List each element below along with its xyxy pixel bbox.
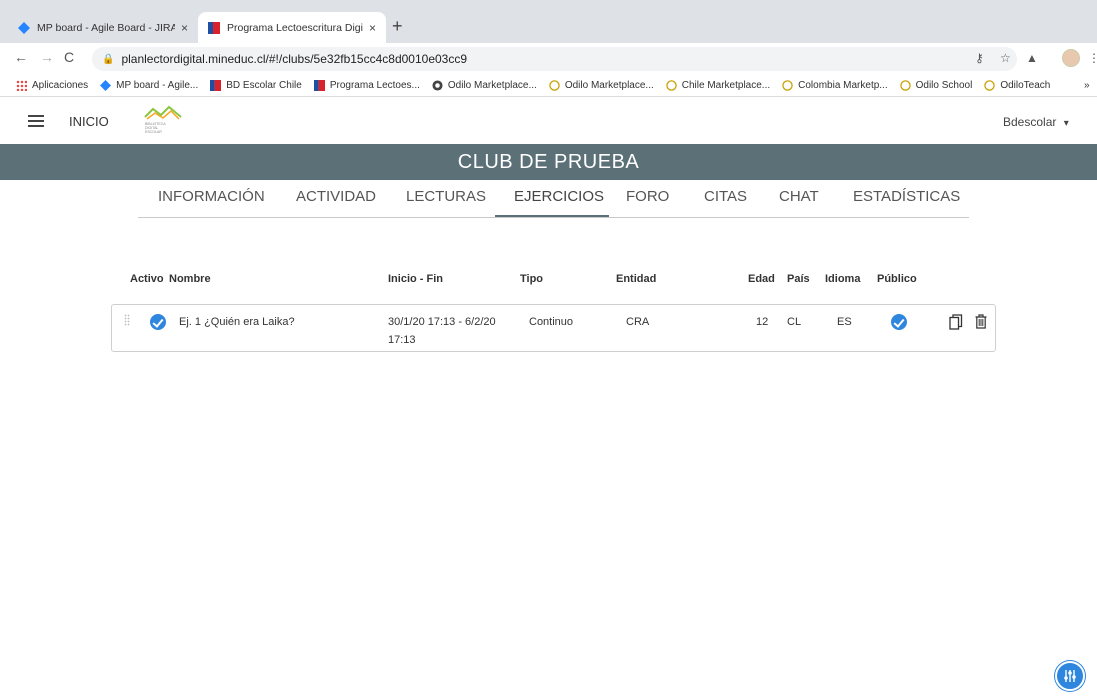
bookmark-item[interactable]: MP board - Agile...: [100, 80, 198, 91]
active-tab-indicator: [495, 215, 609, 217]
svg-text:ESCOLAR: ESCOLAR: [145, 130, 162, 134]
column-header-inicio-fin: Inicio - Fin: [388, 273, 443, 285]
jira-icon: [100, 80, 112, 91]
column-header-nombre: Nombre: [169, 273, 211, 285]
column-header-activo: Activo: [130, 273, 164, 285]
extension-icon[interactable]: ▲: [1026, 51, 1038, 65]
drag-handle-icon[interactable]: [124, 314, 130, 326]
flag-icon: [313, 80, 325, 91]
url-text: planlectordigital.mineduc.cl/#!/clubs/5e…: [121, 52, 468, 66]
column-header-entidad: Entidad: [616, 273, 657, 285]
lock-icon: 🔒: [102, 53, 115, 65]
bookmark-label: Aplicaciones: [32, 80, 89, 91]
tab-ejercicios[interactable]: EJERCICIOS: [514, 188, 604, 205]
cell-nombre[interactable]: Ej. 1 ¿Quién era Laika?: [179, 313, 295, 331]
browser-tab-programa[interactable]: Programa Lectoescritura Digita ×: [198, 12, 386, 43]
tab-actividad[interactable]: ACTIVIDAD: [296, 188, 376, 205]
tab-estadisticas[interactable]: ESTADÍSTICAS: [853, 188, 960, 205]
tab-title: MP board - Agile Board - JIRA: [37, 21, 175, 34]
profile-avatar[interactable]: [1062, 49, 1080, 67]
table-row[interactable]: Ej. 1 ¿Quién era Laika? 30/1/20 17:13 - …: [111, 304, 996, 352]
close-tab-icon[interactable]: ×: [369, 21, 376, 35]
bookmark-label: OdiloTeach: [1000, 80, 1051, 91]
browser-tab-jira[interactable]: MP board - Agile Board - JIRA ×: [8, 12, 198, 43]
flag-icon: [210, 80, 222, 91]
user-name: Bdescolar: [1003, 115, 1057, 129]
bookmark-item[interactable]: BD Escolar Chile: [210, 80, 302, 91]
circle-icon: [782, 80, 793, 91]
cell-inicio-fin: 30/1/20 17:13 - 6/2/20: [388, 316, 496, 328]
cell-pais: CL: [787, 316, 802, 328]
user-menu[interactable]: Bdescolar ▾: [1003, 115, 1069, 129]
cell-entidad: CRA: [626, 316, 650, 328]
tab-title: Programa Lectoescritura Digita: [227, 21, 363, 34]
column-header-edad: Edad: [748, 273, 775, 285]
column-header-tipo: Tipo: [520, 273, 544, 285]
bookmark-item[interactable]: OdiloTeach: [984, 80, 1050, 91]
bookmark-item[interactable]: Odilo Marketplace...: [549, 80, 654, 91]
circle-icon: [899, 80, 911, 91]
bookmark-label: BD Escolar Chile: [226, 80, 302, 91]
tab-citas[interactable]: CITAS: [704, 188, 747, 205]
bookmark-item[interactable]: Odilo Marketplace...: [432, 80, 537, 91]
page-title: CLUB DE PRUEBA: [457, 150, 640, 173]
bookmark-label: Odilo Marketplace...: [447, 80, 537, 91]
inicio-link[interactable]: INICIO: [69, 114, 109, 129]
apps-grid-icon: [16, 80, 27, 91]
club-title-band: CLUB DE PRUEBA: [0, 144, 1097, 180]
column-header-pais: País: [787, 273, 810, 285]
jira-icon: [18, 21, 30, 34]
section-tabs: INFORMACIÓN ACTIVIDAD LECTURAS EJERCICIO…: [138, 180, 969, 218]
star-icon[interactable]: ☆: [1000, 51, 1011, 65]
circle-icon: [984, 80, 996, 91]
copy-icon[interactable]: [949, 314, 963, 330]
hamburger-menu-icon[interactable]: [28, 115, 44, 130]
tab-chat[interactable]: CHAT: [779, 188, 819, 205]
bookmark-label: Programa Lectoes...: [329, 80, 420, 91]
accessibility-button[interactable]: [1055, 661, 1085, 691]
browser-tabstrip: MP board - Agile Board - JIRA × Programa…: [0, 0, 1097, 43]
globe-icon: [432, 80, 443, 91]
tab-lecturas[interactable]: LECTURAS: [406, 188, 486, 205]
browser-toolbar: ← → C 🔒 planlectordigital.mineduc.cl/#!/…: [0, 43, 1097, 75]
bookmark-item[interactable]: Programa Lectoes...: [313, 80, 420, 91]
tab-informacion[interactable]: INFORMACIÓN: [158, 188, 265, 205]
bookmark-label: Chile Marketplace...: [681, 80, 771, 91]
close-tab-icon[interactable]: ×: [181, 21, 188, 35]
sliders-icon: [1064, 670, 1076, 682]
bookmark-item[interactable]: Aplicaciones: [16, 80, 88, 91]
publico-check-icon[interactable]: [891, 314, 907, 330]
kebab-menu-icon[interactable]: ⋮: [1088, 51, 1097, 65]
app-header: INICIO BIBLIOTECA DIGITAL ESCOLAR Bdesco…: [0, 98, 1097, 144]
bookmark-label: Odilo School: [915, 80, 973, 91]
bookmark-item[interactable]: Colombia Marketp...: [782, 80, 888, 91]
bookmarks-bar: Aplicaciones MP board - Agile... BD Esco…: [0, 75, 1097, 97]
circle-icon: [666, 80, 677, 91]
column-header-publico: Público: [877, 273, 917, 285]
forward-arrow-icon[interactable]: →: [40, 49, 54, 65]
bookmark-label: MP board - Agile...: [116, 80, 199, 91]
bookmark-item[interactable]: Chile Marketplace...: [666, 80, 770, 91]
cell-tipo: Continuo: [529, 316, 574, 328]
tab-foro[interactable]: FORO: [626, 188, 669, 205]
key-icon[interactable]: ⚷: [975, 51, 984, 65]
biblioteca-digital-logo[interactable]: BIBLIOTECA DIGITAL ESCOLAR: [143, 105, 183, 137]
cell-idioma: ES: [837, 316, 852, 328]
circle-icon: [549, 80, 560, 91]
bookmark-label: Odilo Marketplace...: [564, 80, 654, 91]
chevron-down-icon: ▾: [1063, 118, 1069, 129]
bookmarks-overflow-button[interactable]: »: [1084, 80, 1090, 91]
reload-icon[interactable]: C: [64, 49, 74, 65]
trash-icon[interactable]: [975, 314, 987, 329]
address-bar[interactable]: 🔒 planlectordigital.mineduc.cl/#!/clubs/…: [92, 47, 1017, 71]
new-tab-button[interactable]: +: [392, 16, 403, 37]
flag-icon: [208, 21, 220, 34]
cell-edad: 12: [756, 316, 769, 328]
activo-check-icon[interactable]: [150, 314, 166, 330]
column-header-idioma: Idioma: [825, 273, 861, 285]
bookmark-item[interactable]: Odilo School: [899, 80, 973, 91]
cell-inicio-fin-time: 17:13: [388, 334, 416, 346]
back-arrow-icon[interactable]: ←: [14, 49, 28, 65]
bookmark-label: Colombia Marketp...: [798, 80, 888, 91]
